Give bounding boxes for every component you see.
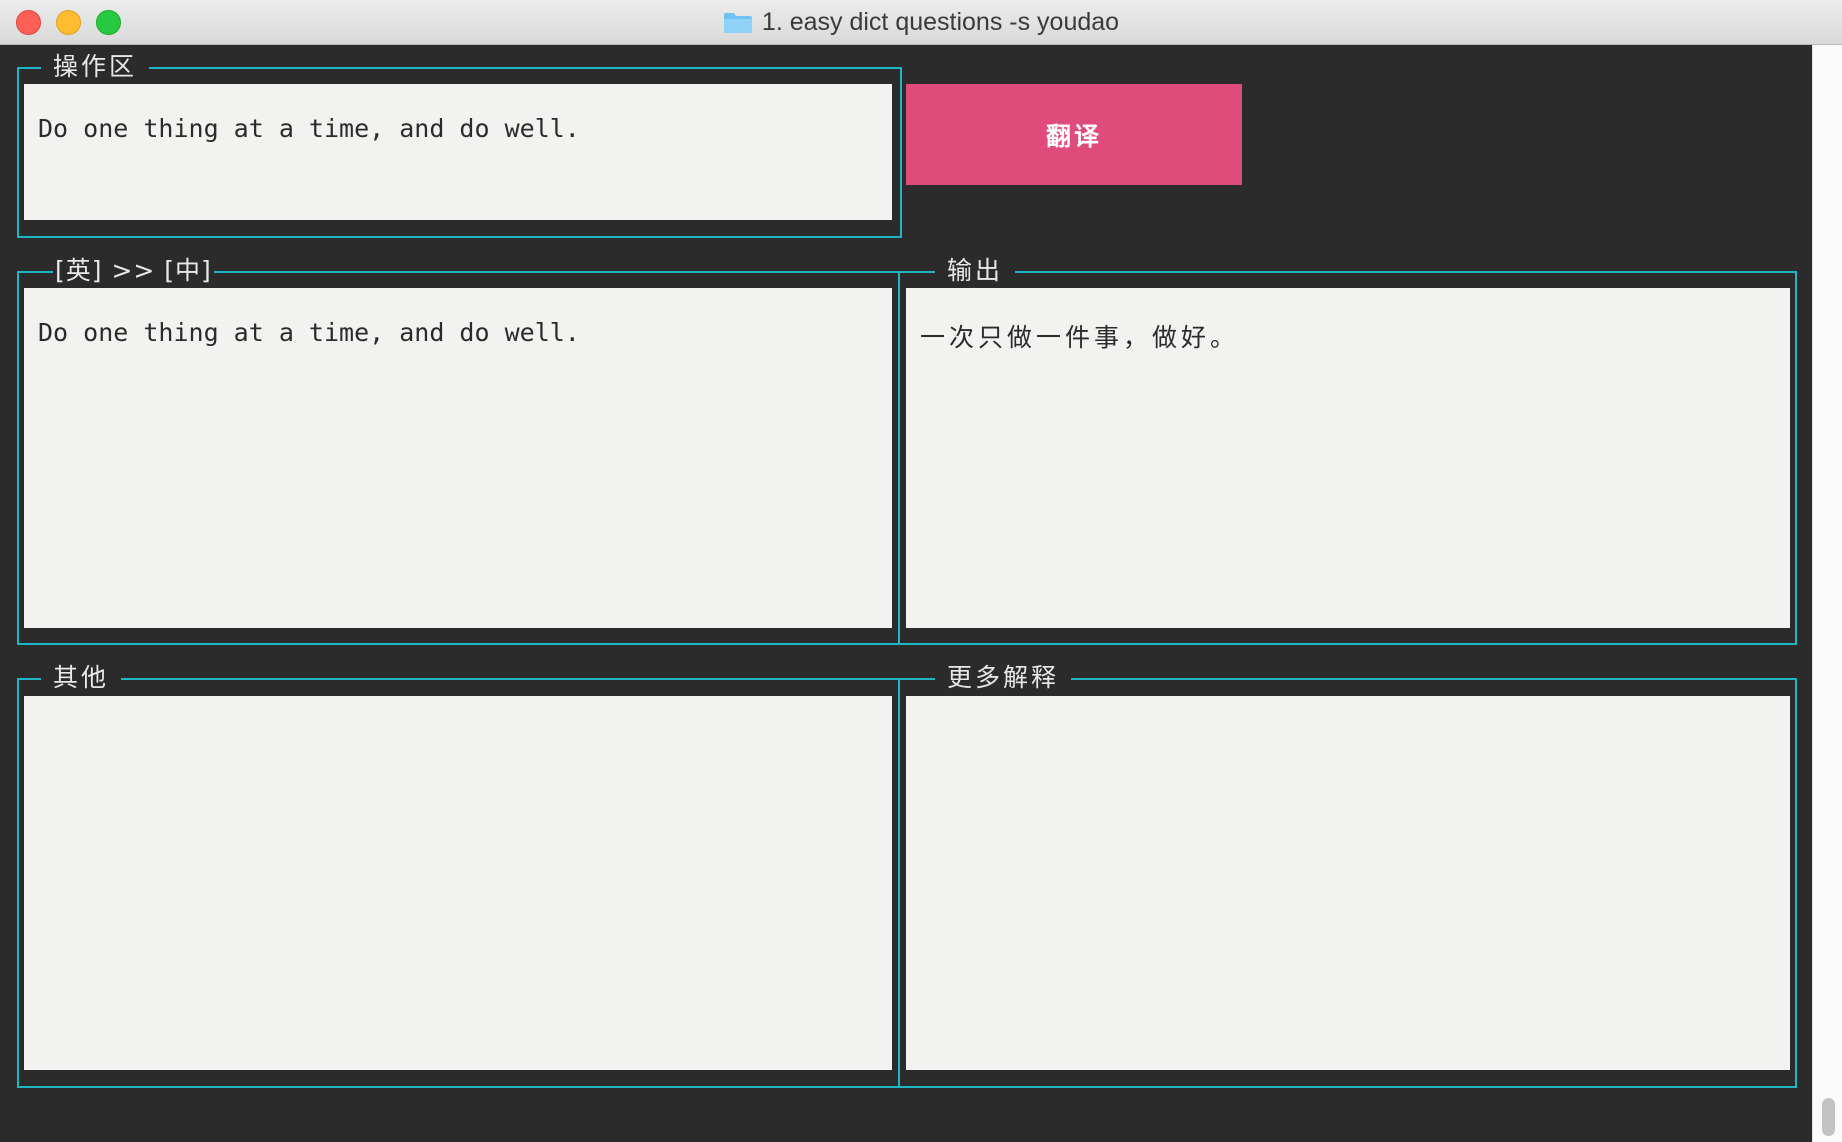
source-legend: [英] >> [中] bbox=[53, 256, 214, 286]
vertical-scrollbar[interactable] bbox=[1812, 45, 1842, 1142]
scrollbar-thumb[interactable] bbox=[1822, 1098, 1835, 1136]
output-text-box[interactable]: 一次只做一件事，做好。 bbox=[906, 288, 1790, 628]
more-legend: 更多解释 bbox=[935, 663, 1072, 693]
other-legend: 其他 bbox=[41, 663, 122, 693]
operation-legend: 操作区 bbox=[41, 52, 150, 82]
window-title: 1. easy dict questions -s youdao bbox=[761, 8, 1120, 36]
translation-divider bbox=[898, 271, 900, 645]
title-bar: 1. easy dict questions -s youdao bbox=[0, 0, 1842, 45]
more-text-box[interactable] bbox=[906, 696, 1790, 1070]
extra-divider bbox=[898, 678, 900, 1088]
source-text-box[interactable]: Do one thing at a time, and do well. bbox=[24, 288, 892, 628]
output-legend: 输出 bbox=[935, 256, 1016, 286]
terminal-window: 1. easy dict questions -s youdao 操作区 Do … bbox=[0, 0, 1842, 1142]
translate-button[interactable]: 翻译 bbox=[906, 84, 1242, 185]
window-title-area: 1. easy dict questions -s youdao bbox=[0, 0, 1842, 45]
folder-icon bbox=[723, 12, 753, 34]
query-input[interactable]: Do one thing at a time, and do well. bbox=[24, 84, 892, 220]
other-text-box[interactable] bbox=[24, 696, 892, 1070]
